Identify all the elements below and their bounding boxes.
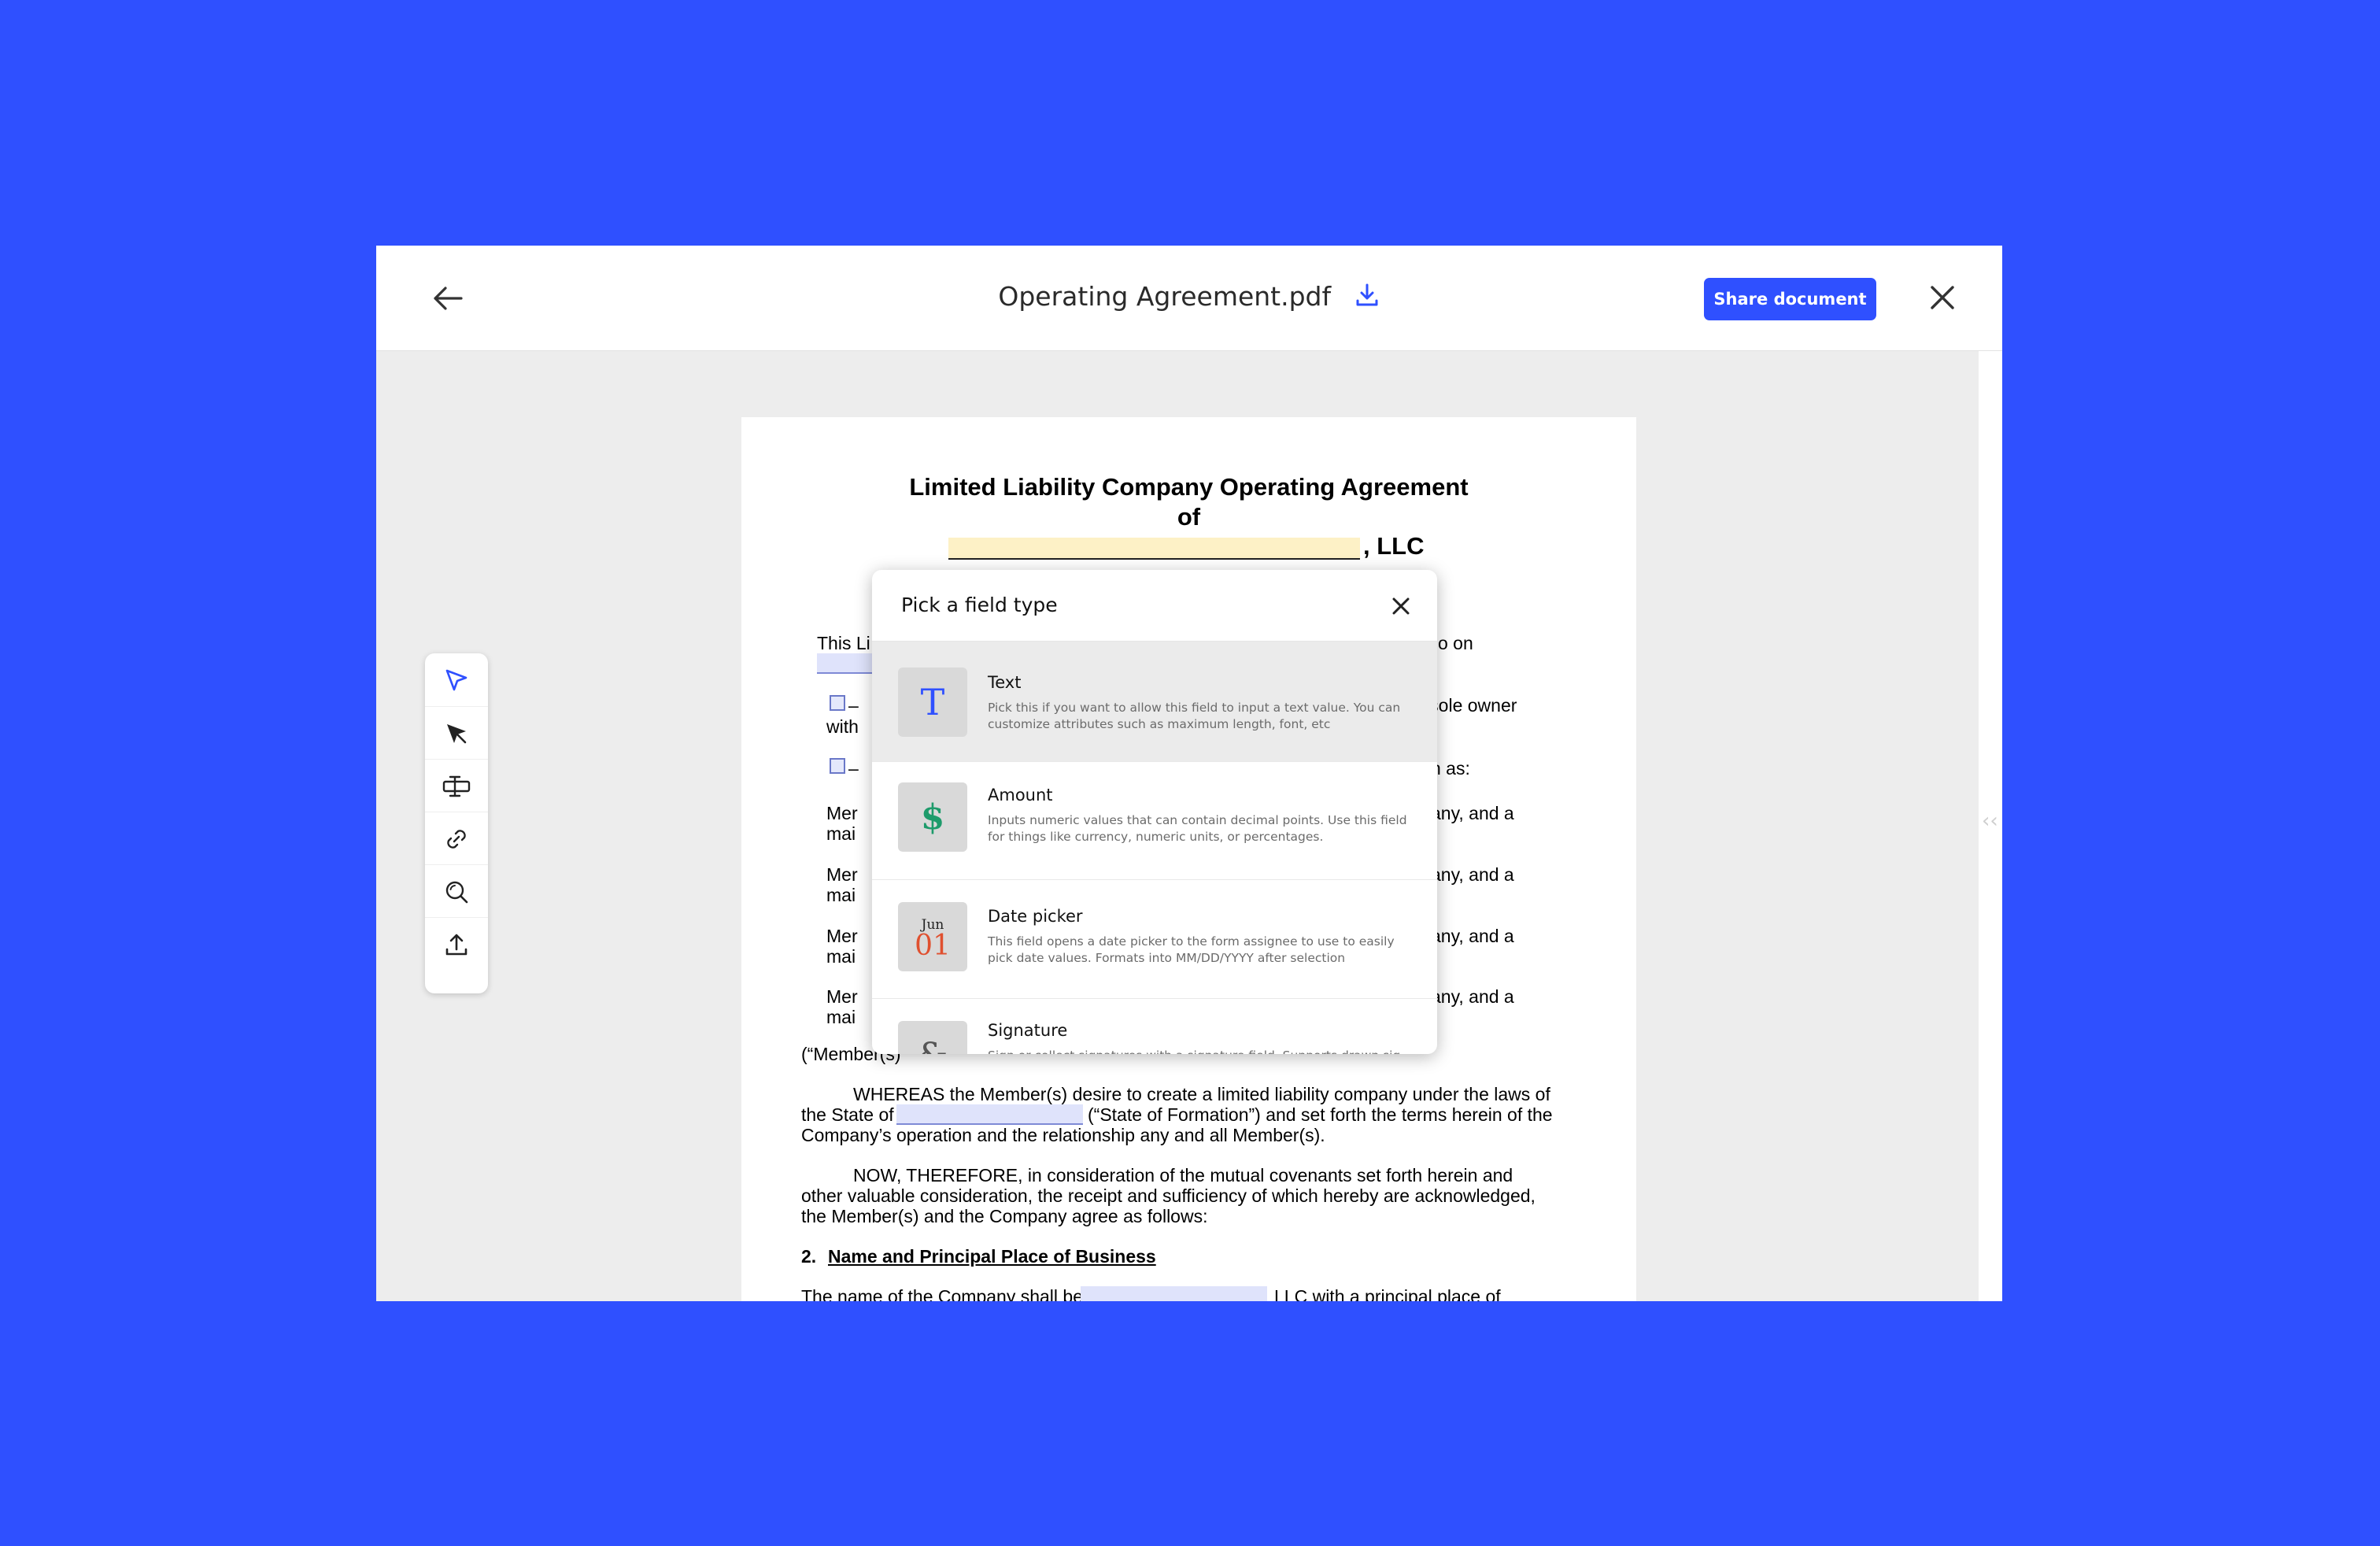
top-bar: Operating Agreement.pdf Share document bbox=[376, 246, 2002, 351]
document-editor-window: Operating Agreement.pdf Share document ‹… bbox=[376, 246, 2002, 1301]
tool-pointer[interactable] bbox=[425, 706, 488, 760]
member-1-text: Mer bbox=[826, 803, 858, 823]
member-2-text-end: any, and a bbox=[1431, 864, 1514, 885]
member-2-line2: mai bbox=[826, 885, 856, 905]
section-number: 2. bbox=[801, 1246, 817, 1267]
agreement-title: Limited Liability Company Operating Agre… bbox=[909, 473, 1469, 501]
signature-type-glyph: & bbox=[917, 1036, 948, 1055]
share-document-button[interactable]: Share document bbox=[1704, 278, 1876, 320]
field-option-text[interactable]: T Text Pick this if you want to allow th… bbox=[872, 642, 1437, 762]
now-line-1: NOW, THEREFORE, in consideration of the … bbox=[853, 1165, 1513, 1185]
field-option-signature[interactable]: & Signature Sign or collect signatures w… bbox=[872, 999, 1437, 1054]
field-option-amount[interactable]: $ Amount Inputs numeric values that can … bbox=[872, 762, 1437, 880]
llc-suffix: , LLC bbox=[1363, 532, 1425, 560]
effective-date-field[interactable] bbox=[817, 653, 880, 674]
option-name-date-picker: Date picker bbox=[988, 907, 1083, 926]
check2-dash: – bbox=[848, 758, 859, 779]
company-name-inline-field[interactable] bbox=[1081, 1286, 1267, 1301]
company-name-line-end: LLC with a principal place of bbox=[1274, 1286, 1501, 1301]
multiple-members-checkbox[interactable] bbox=[830, 758, 845, 774]
check1-text-line2: with bbox=[826, 716, 859, 737]
now-line-3: the Member(s) and the Company agree as f… bbox=[801, 1206, 1208, 1226]
intro-text-start: This Li bbox=[817, 633, 870, 653]
option-name-signature: Signature bbox=[988, 1021, 1068, 1040]
option-desc-date-picker: This field opens a date picker to the fo… bbox=[988, 934, 1395, 965]
company-name-field[interactable] bbox=[948, 538, 1360, 560]
pointer-arrow-icon bbox=[447, 723, 467, 743]
option-desc-text: Pick this if you want to allow this fiel… bbox=[988, 701, 1401, 731]
picker-title: Pick a field type bbox=[901, 594, 1058, 616]
option-desc-signature: Sign or collect signatures with a signat… bbox=[988, 1048, 1413, 1054]
intro-text-end: o on bbox=[1438, 633, 1473, 653]
text-field-icon bbox=[442, 775, 471, 797]
document-title: Operating Agreement.pdf bbox=[998, 281, 1332, 312]
tool-palette bbox=[425, 653, 488, 993]
check1-dash: – bbox=[848, 695, 859, 716]
picker-close-button[interactable] bbox=[1388, 593, 1414, 620]
member-1-line2: mai bbox=[826, 823, 856, 844]
tool-select[interactable] bbox=[425, 653, 488, 706]
tool-upload[interactable] bbox=[425, 917, 488, 971]
tool-text-field[interactable] bbox=[425, 759, 488, 812]
close-icon bbox=[1392, 597, 1410, 615]
member-4-text-end: any, and a bbox=[1431, 986, 1514, 1007]
tool-zoom[interactable] bbox=[425, 864, 488, 918]
member-4-line2: mai bbox=[826, 1007, 856, 1027]
option-name-text: Text bbox=[988, 673, 1022, 692]
signature-type-icon: & bbox=[898, 1021, 967, 1054]
tool-link[interactable] bbox=[425, 812, 488, 865]
picker-header: Pick a field type bbox=[872, 570, 1437, 642]
company-name-line-start: The name of the Company shall be bbox=[801, 1286, 1083, 1301]
member-1-text-end: any, and a bbox=[1431, 803, 1514, 823]
calendar-day: 01 bbox=[915, 930, 951, 962]
state-of-formation-field[interactable] bbox=[896, 1104, 1083, 1125]
close-icon bbox=[1931, 286, 1954, 309]
upload-icon bbox=[445, 934, 468, 955]
whereas-line-2-end: (“State of Formation”) and set forth the… bbox=[1088, 1104, 1553, 1125]
member-4-text: Mer bbox=[826, 986, 858, 1007]
option-name-amount: Amount bbox=[988, 786, 1053, 804]
option-desc-amount: Inputs numeric values that can contain d… bbox=[988, 813, 1407, 844]
whereas-line-3: Company’s operation and the relationship… bbox=[801, 1125, 1325, 1145]
text-type-glyph: T bbox=[920, 681, 945, 723]
member-3-text: Mer bbox=[826, 926, 858, 946]
now-line-2: other valuable consideration, the receip… bbox=[801, 1185, 1536, 1206]
amount-type-icon: $ bbox=[898, 782, 967, 852]
expand-panel-icon[interactable]: ‹‹ bbox=[1982, 809, 1998, 833]
agreement-title-of: of bbox=[1177, 503, 1201, 531]
select-cursor-icon bbox=[445, 669, 468, 690]
member-3-line2: mai bbox=[826, 946, 856, 967]
section-title: Name and Principal Place of Business bbox=[828, 1246, 1156, 1267]
field-option-date-picker[interactable]: Jun 01 Date picker This field opens a da… bbox=[872, 880, 1437, 999]
calendar-icon: Jun 01 bbox=[898, 902, 967, 971]
whereas-line-2-start: the State of bbox=[801, 1104, 894, 1125]
member-3-text-end: any, and a bbox=[1431, 926, 1514, 946]
close-window-button[interactable] bbox=[1924, 279, 1961, 316]
whereas-line-1: WHEREAS the Member(s) desire to create a… bbox=[853, 1084, 1550, 1104]
amount-type-glyph: $ bbox=[920, 797, 945, 838]
field-type-picker: Pick a field type T Text Pick this if yo… bbox=[872, 570, 1437, 1054]
text-type-icon: T bbox=[898, 668, 967, 737]
zoom-icon bbox=[445, 881, 468, 903]
member-2-text: Mer bbox=[826, 864, 858, 885]
sole-owner-checkbox[interactable] bbox=[830, 695, 845, 711]
download-icon[interactable] bbox=[1354, 282, 1380, 309]
link-icon bbox=[447, 829, 466, 849]
